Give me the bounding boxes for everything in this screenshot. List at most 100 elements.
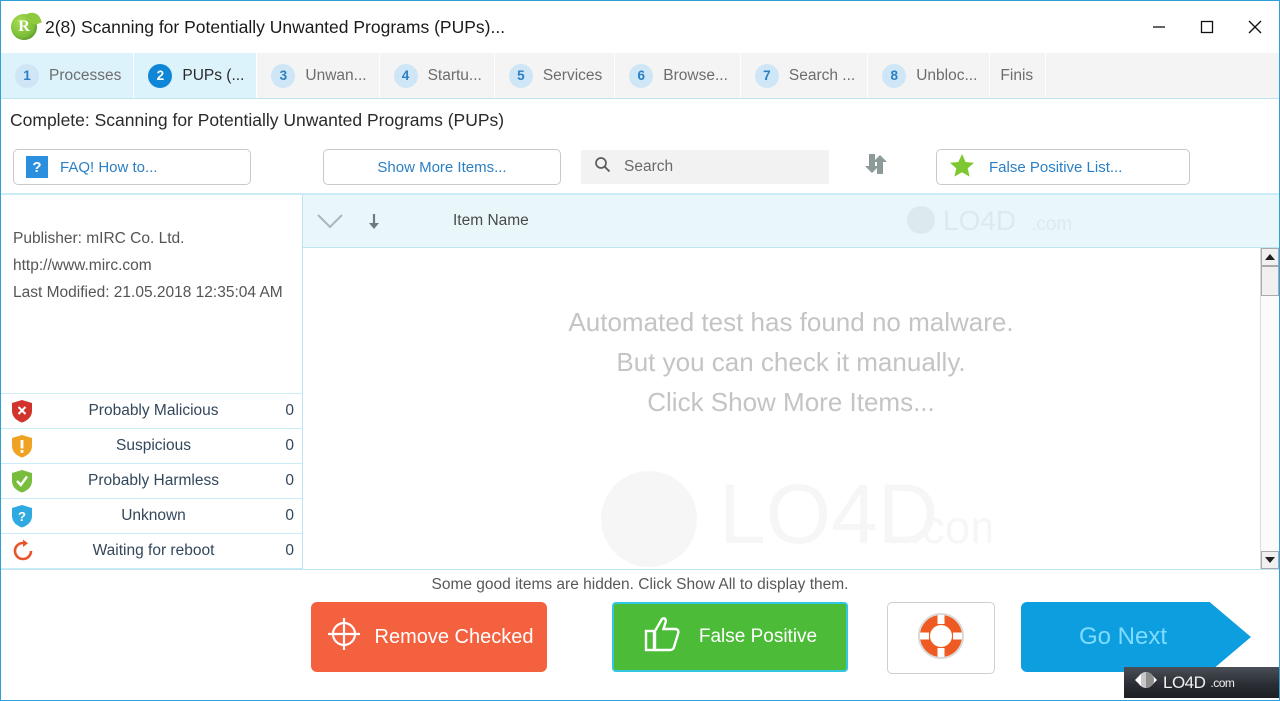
counter-value: 0 — [285, 542, 294, 559]
details-sidebar: Publisher: mIRC Co. Ltd. http://www.mirc… — [1, 195, 303, 569]
threat-counters: Probably Malicious 0 Suspicious 0 Probab… — [1, 393, 302, 569]
tab-label: Search ... — [788, 66, 856, 84]
tab-processes[interactable]: 1 Processes — [1, 53, 135, 98]
roguekiller-leaf-icon — [11, 14, 37, 40]
tab-startup[interactable]: 4 Startu... — [379, 53, 495, 98]
go-next-label: Go Next — [1078, 623, 1168, 650]
counter-row-waiting-for-reboot[interactable]: Waiting for reboot 0 — [1, 534, 302, 569]
shield-malicious-icon — [11, 399, 41, 423]
counter-value: 0 — [285, 437, 294, 454]
tab-number: 4 — [393, 63, 418, 88]
remove-checked-button[interactable]: Remove Checked — [311, 602, 547, 672]
tab-unblock[interactable]: 8 Unbloc... — [868, 53, 991, 98]
scan-status-line: Complete: Scanning for Potentially Unwan… — [1, 99, 1279, 141]
star-icon — [949, 153, 975, 182]
tab-pups[interactable]: 2 PUPs (... — [134, 53, 258, 98]
tab-label: Services — [542, 66, 603, 84]
scroll-up-button[interactable] — [1261, 248, 1279, 266]
svg-text:LO4D: LO4D — [719, 467, 938, 561]
tab-number: 3 — [271, 63, 296, 88]
tab-label: Unwan... — [305, 66, 367, 84]
empty-line-3: Click Show More Items... — [647, 387, 935, 417]
chevron-down-icon[interactable] — [303, 212, 357, 230]
lo4d-watermark-badge: LO4D .com — [1124, 667, 1279, 698]
tab-number: 8 — [882, 63, 907, 88]
scrollbar-track[interactable] — [1261, 296, 1279, 551]
window-controls — [1135, 1, 1279, 53]
close-icon[interactable] — [1231, 1, 1279, 53]
counter-value: 0 — [285, 507, 294, 524]
publisher-url[interactable]: http://www.mirc.com — [13, 252, 290, 279]
show-more-items-label: Show More Items... — [377, 158, 507, 176]
question-mark-icon: ? — [26, 156, 48, 178]
scroll-down-button[interactable] — [1261, 551, 1279, 569]
thumbs-up-icon — [643, 614, 683, 660]
svg-text:.com: .com — [909, 501, 991, 553]
counter-row-probably-malicious[interactable]: Probably Malicious 0 — [1, 394, 302, 429]
tab-label: PUPs (... — [182, 66, 245, 84]
tab-label: Processes — [49, 66, 122, 84]
faq-button-label: FAQ! How to... — [60, 158, 158, 176]
arrow-down-icon[interactable] — [357, 213, 391, 230]
counter-row-suspicious[interactable]: Suspicious 0 — [1, 429, 302, 464]
maximize-icon[interactable] — [1183, 1, 1231, 53]
counter-label: Probably Harmless — [88, 472, 219, 489]
footer: Some good items are hidden. Click Show A… — [1, 569, 1279, 698]
tab-finish[interactable]: Finis — [990, 53, 1047, 98]
lo4d-watermark-header: LO4D .com — [903, 203, 1103, 242]
main-body: Publisher: mIRC Co. Ltd. http://www.mirc… — [1, 195, 1279, 569]
counter-label: Probably Malicious — [88, 402, 219, 419]
go-next-button[interactable]: Go Next — [1021, 602, 1251, 672]
arrow-down-icon — [1265, 557, 1275, 563]
tab-number: 1 — [15, 63, 39, 88]
false-positive-list-button[interactable]: False Positive List... — [936, 149, 1190, 185]
hidden-items-hint: Some good items are hidden. Click Show A… — [431, 576, 849, 593]
search-icon — [594, 156, 611, 178]
shield-suspicious-icon — [11, 434, 41, 458]
search-input[interactable] — [622, 157, 806, 177]
false-positive-label: False Positive — [698, 626, 818, 647]
search-box[interactable] — [581, 150, 829, 184]
false-positive-list-label: False Positive List... — [989, 158, 1123, 176]
refresh-icon[interactable] — [859, 152, 891, 182]
tab-services[interactable]: 5 Services — [494, 53, 616, 98]
empty-state-message: Automated test has found no malware. But… — [303, 302, 1279, 422]
remove-checked-label: Remove Checked — [374, 625, 534, 648]
action-button-row: Remove Checked False Positive Go Next — [1, 594, 1279, 680]
svg-text:LO4D: LO4D — [943, 205, 1016, 236]
tab-number: 5 — [508, 63, 533, 88]
tab-browsers[interactable]: 6 Browse... — [615, 53, 741, 98]
empty-line-1: Automated test has found no malware. — [568, 307, 1014, 337]
tab-number: 6 — [629, 63, 654, 88]
tab-number: 2 — [148, 63, 173, 88]
counter-row-probably-harmless[interactable]: Probably Harmless 0 — [1, 464, 302, 499]
lifebuoy-icon — [915, 610, 967, 667]
tab-search[interactable]: 7 Search ... — [740, 53, 869, 98]
lo4d-text: LO4D — [1163, 672, 1206, 692]
tab-unwanted-files[interactable]: 3 Unwan... — [257, 53, 380, 98]
vertical-scrollbar[interactable] — [1260, 248, 1279, 569]
window-title: 2(8) Scanning for Potentially Unwanted P… — [45, 16, 506, 37]
minimize-icon[interactable] — [1135, 1, 1183, 53]
title-bar: 2(8) Scanning for Potentially Unwanted P… — [1, 1, 1279, 53]
faq-button[interactable]: ? FAQ! How to... — [13, 149, 251, 185]
lo4d-logo-icon — [1134, 669, 1158, 696]
false-positive-button[interactable]: False Positive — [612, 602, 848, 672]
svg-text:?: ? — [18, 509, 26, 524]
scrollbar-thumb[interactable] — [1261, 266, 1279, 296]
counter-row-unknown[interactable]: ? Unknown 0 — [1, 499, 302, 534]
show-more-items-button[interactable]: Show More Items... — [323, 149, 561, 185]
counter-value: 0 — [285, 402, 294, 419]
list-header: Item Name LO4D .com — [303, 195, 1279, 248]
tab-label: Browse... — [663, 66, 728, 84]
counter-label: Suspicious — [116, 437, 191, 454]
list-body: Automated test has found no malware. But… — [303, 248, 1279, 569]
crosshair-icon — [325, 615, 363, 659]
tab-label: Unbloc... — [916, 66, 978, 84]
help-button[interactable] — [887, 602, 995, 674]
counter-value: 0 — [285, 472, 294, 489]
column-header-item-name[interactable]: Item Name — [453, 212, 529, 230]
roguekiller-window: 2(8) Scanning for Potentially Unwanted P… — [0, 0, 1280, 701]
tab-label: Startu... — [427, 66, 482, 84]
counter-label: Waiting for reboot — [92, 542, 215, 559]
